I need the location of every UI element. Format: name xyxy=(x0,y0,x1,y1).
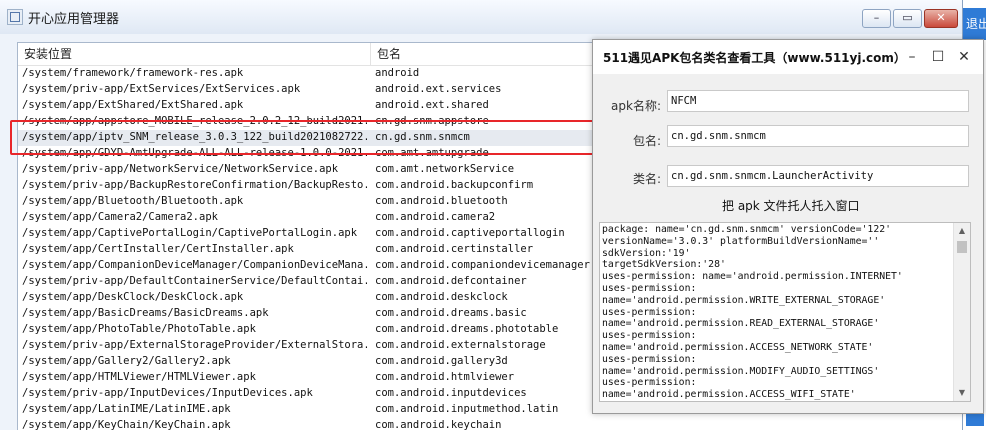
install-path-cell: /system/app/KeyChain/KeyChain.apk xyxy=(22,419,231,430)
window-title: 开心应用管理器 xyxy=(28,12,120,27)
exit-button[interactable]: 退出 xyxy=(963,8,986,40)
install-path-cell: /system/priv-app/InputDevices/InputDevic… xyxy=(22,387,313,399)
dialog-maximize-button[interactable]: ☐ xyxy=(926,46,950,68)
dialog-minimize-button[interactable]: – xyxy=(900,46,924,68)
dialog-title-bar[interactable]: 511遇见APK包名类名查看工具（www.511yj.com） – ☐ ✕ xyxy=(593,40,983,74)
class-label: 类名: xyxy=(632,172,661,186)
install-path-cell: /system/app/ExtShared/ExtShared.apk xyxy=(22,99,244,111)
package-cell: com.android.keychain xyxy=(375,419,502,430)
install-path-cell: /system/app/BasicDreams/BasicDreams.apk xyxy=(22,307,269,319)
install-path-cell: /system/priv-app/NetworkService/NetworkS… xyxy=(22,163,339,175)
install-path-cell: /system/priv-app/DefaultContainerService… xyxy=(22,275,367,287)
apk-name-label: apk名称: xyxy=(611,99,661,113)
app-icon xyxy=(7,9,23,25)
install-path-cell: /system/framework/framework-res.apk xyxy=(22,67,244,79)
install-path-cell: /system/app/DeskClock/DeskClock.apk xyxy=(22,291,244,303)
manifest-output-text: package: name='cn.gd.snm.snmcm' versionC… xyxy=(602,224,903,401)
package-field[interactable]: cn.gd.snm.snmcm xyxy=(667,125,969,147)
install-path-cell: /system/app/PhotoTable/PhotoTable.apk xyxy=(22,323,256,335)
install-path-cell: /system/priv-app/BackupRestoreConfirmati… xyxy=(22,179,367,191)
close-button[interactable]: ✕ xyxy=(924,9,958,28)
install-path-cell: /system/app/CaptivePortalLogin/CaptivePo… xyxy=(22,227,358,239)
install-path-cell: /system/app/Gallery2/Gallery2.apk xyxy=(22,355,231,367)
scroll-thumb[interactable] xyxy=(957,241,967,253)
install-path-cell: /system/app/Bluetooth/Bluetooth.apk xyxy=(22,195,244,207)
install-path-cell: /system/priv-app/ExternalStorageProvider… xyxy=(22,339,367,351)
apk-name-field[interactable]: NFCM xyxy=(667,90,969,112)
dialog-title: 511遇见APK包名类名查看工具（www.511yj.com） xyxy=(603,51,906,65)
column-header-install-location[interactable]: 安装位置 xyxy=(18,43,371,65)
apk-info-dialog: 511遇见APK包名类名查看工具（www.511yj.com） – ☐ ✕ ap… xyxy=(592,39,984,414)
install-path-cell: /system/priv-app/ExtServices/ExtServices… xyxy=(22,83,301,95)
package-label: 包名: xyxy=(632,134,661,148)
install-path-cell: /system/app/Camera2/Camera2.apk xyxy=(22,211,218,223)
install-path-cell: /system/app/CertInstaller/CertInstaller.… xyxy=(22,243,294,255)
scroll-up-icon[interactable]: ▲ xyxy=(954,223,970,239)
class-field[interactable]: cn.gd.snm.snmcm.LauncherActivity xyxy=(667,165,969,187)
manifest-output[interactable]: package: name='cn.gd.snm.snmcm' versionC… xyxy=(599,222,971,402)
minimize-button[interactable]: – xyxy=(862,9,891,28)
output-scrollbar[interactable]: ▲ ▼ xyxy=(953,223,970,401)
drop-hint: 把 apk 文件托人托入窗口 xyxy=(722,199,860,213)
install-path-cell: /system/app/LatinIME/LatinIME.apk xyxy=(22,403,231,415)
scroll-down-icon[interactable]: ▼ xyxy=(954,385,970,401)
maximize-button[interactable]: ▭ xyxy=(893,9,922,28)
install-path-cell: /system/app/HTMLViewer/HTMLViewer.apk xyxy=(22,371,256,383)
dialog-close-button[interactable]: ✕ xyxy=(952,46,976,68)
install-path-cell: /system/app/CompanionDeviceManager/Compa… xyxy=(22,259,367,271)
main-title-bar[interactable]: 开心应用管理器 – ▭ ✕ xyxy=(0,0,962,34)
table-row[interactable]: /system/app/KeyChain/KeyChain.apk com.and… xyxy=(18,418,962,430)
